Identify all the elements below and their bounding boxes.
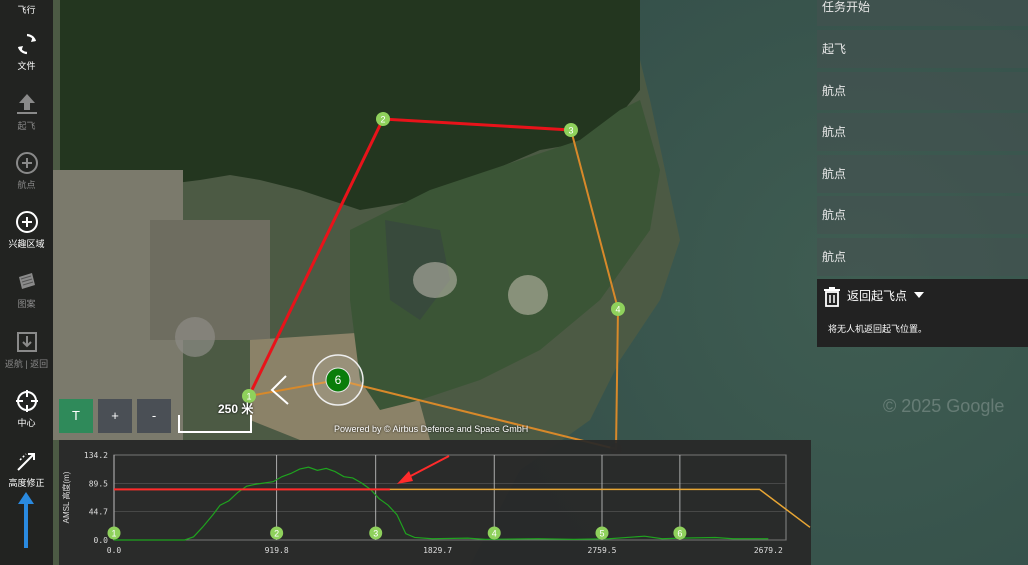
takeoff-icon [16, 94, 37, 114]
toolbar-label: 飞行 [17, 5, 36, 15]
map-watermark: © 2025 Google [883, 396, 1005, 416]
waypoint-label: 6 [335, 373, 342, 387]
mission-item-waypoint[interactable]: 航点 [817, 196, 1028, 234]
toolbar-takeoff[interactable]: 起飞 [0, 91, 53, 132]
add-roi-icon [15, 211, 38, 233]
chevron-down-icon[interactable] [914, 292, 924, 300]
trash-icon[interactable] [823, 287, 841, 307]
toolbar-waypoint[interactable]: 航点 [0, 150, 53, 191]
waypoint-label: 3 [568, 126, 573, 136]
altitude-profile-chart: 134.2 89.5 44.7 0.00.0 919.8 1829.7 2759.5 2679… [61, 451, 811, 555]
terrain-toggle-button[interactable]: T [59, 399, 93, 433]
toolbar-plan[interactable]: 飞行 [0, 3, 53, 16]
sync-icon [17, 33, 36, 55]
x-tick-label: 1829.7 [423, 546, 452, 555]
toolbar-roi[interactable]: 兴趣区域 [0, 209, 53, 250]
x-tick-label: 0.0 [107, 546, 122, 555]
mission-item-start[interactable]: 任务开始 [817, 0, 1028, 26]
toolbar-label: 起飞 [17, 121, 36, 131]
toolbar-label: 图案 [17, 299, 36, 309]
x-tick-label: 919.8 [265, 546, 289, 555]
toolbar-center[interactable]: 中心 [0, 388, 53, 429]
y-tick-label: 0.0 [94, 536, 109, 545]
waypoint-label: 2 [380, 115, 385, 125]
mission-item-waypoint[interactable]: 航点 [817, 72, 1028, 110]
toolbar-label: 中心 [17, 418, 36, 428]
mission-item-takeoff[interactable]: 起飞 [817, 30, 1028, 68]
profile-waypoint-label: 6 [677, 529, 682, 539]
waypoint-label: 4 [615, 305, 620, 315]
return-icon [16, 332, 37, 352]
rtl-item-description: 将无人机返回起飞位置。 [817, 313, 1028, 347]
toolbar-return[interactable]: 返航 | 返回 [0, 329, 53, 370]
profile-plot-frame [113, 454, 787, 541]
north-arrow-icon [18, 492, 34, 548]
profile-waypoint-label: 1 [111, 529, 116, 539]
altitude-profile-panel: 134.2 89.5 44.7 0.0 0.0 919.8 1829.7 2759.5 2679… [59, 440, 811, 565]
y-tick-label: 44.7 [89, 508, 108, 517]
y-tick-label: 89.5 [89, 479, 108, 488]
terrain-profile-line [114, 466, 769, 541]
profile-waypoint-label: 4 [492, 529, 497, 539]
toolbar-label: 文件 [17, 61, 36, 71]
x-tick-label: 2679.2 [754, 546, 783, 555]
x-tick-label: 2759.5 [588, 546, 617, 555]
toolbar-label: 高度修正 [8, 478, 45, 488]
add-waypoint-icon [15, 152, 38, 174]
map-attribution: Powered by © Airbus Defence and Space Gm… [334, 424, 529, 434]
zoom-in-button[interactable]: + [98, 399, 132, 433]
profile-waypoint-label: 3 [373, 529, 378, 539]
pattern-icon [18, 273, 35, 289]
mission-item-waypoint[interactable]: 航点 [817, 155, 1028, 193]
toolbar-label: 返航 | 返回 [4, 359, 49, 369]
toolbar-pattern[interactable]: 图案 [0, 269, 53, 310]
toolbar-file[interactable]: 文件 [0, 31, 53, 72]
altitude-adjust-icon [16, 453, 35, 471]
arrow-head-icon [397, 471, 413, 484]
scale-bar [178, 415, 252, 433]
toolbar-altitude-adjust[interactable]: 高度修正 [0, 448, 53, 489]
toolbar-label: 航点 [17, 180, 36, 190]
y-axis-label: AMSL 高度(m) [61, 471, 71, 523]
profile-waypoint-label: 2 [274, 529, 279, 539]
route-segment-planned [248, 129, 620, 451]
mission-item-waypoint[interactable]: 航点 [817, 238, 1028, 276]
crosshair-icon [15, 390, 38, 412]
y-tick-label: 134.2 [84, 451, 108, 460]
route-segment-flown [247, 117, 572, 397]
toolbar-label: 兴趣区域 [8, 239, 45, 249]
mission-item-waypoint[interactable]: 航点 [817, 113, 1028, 151]
plan-toolbar: 飞行 文件 起飞 航点 兴趣区域 图案 返航 | 返回 中心 高度修正 [0, 0, 53, 565]
profile-waypoint-label: 5 [599, 529, 604, 539]
zoom-out-button[interactable]: - [137, 399, 171, 433]
